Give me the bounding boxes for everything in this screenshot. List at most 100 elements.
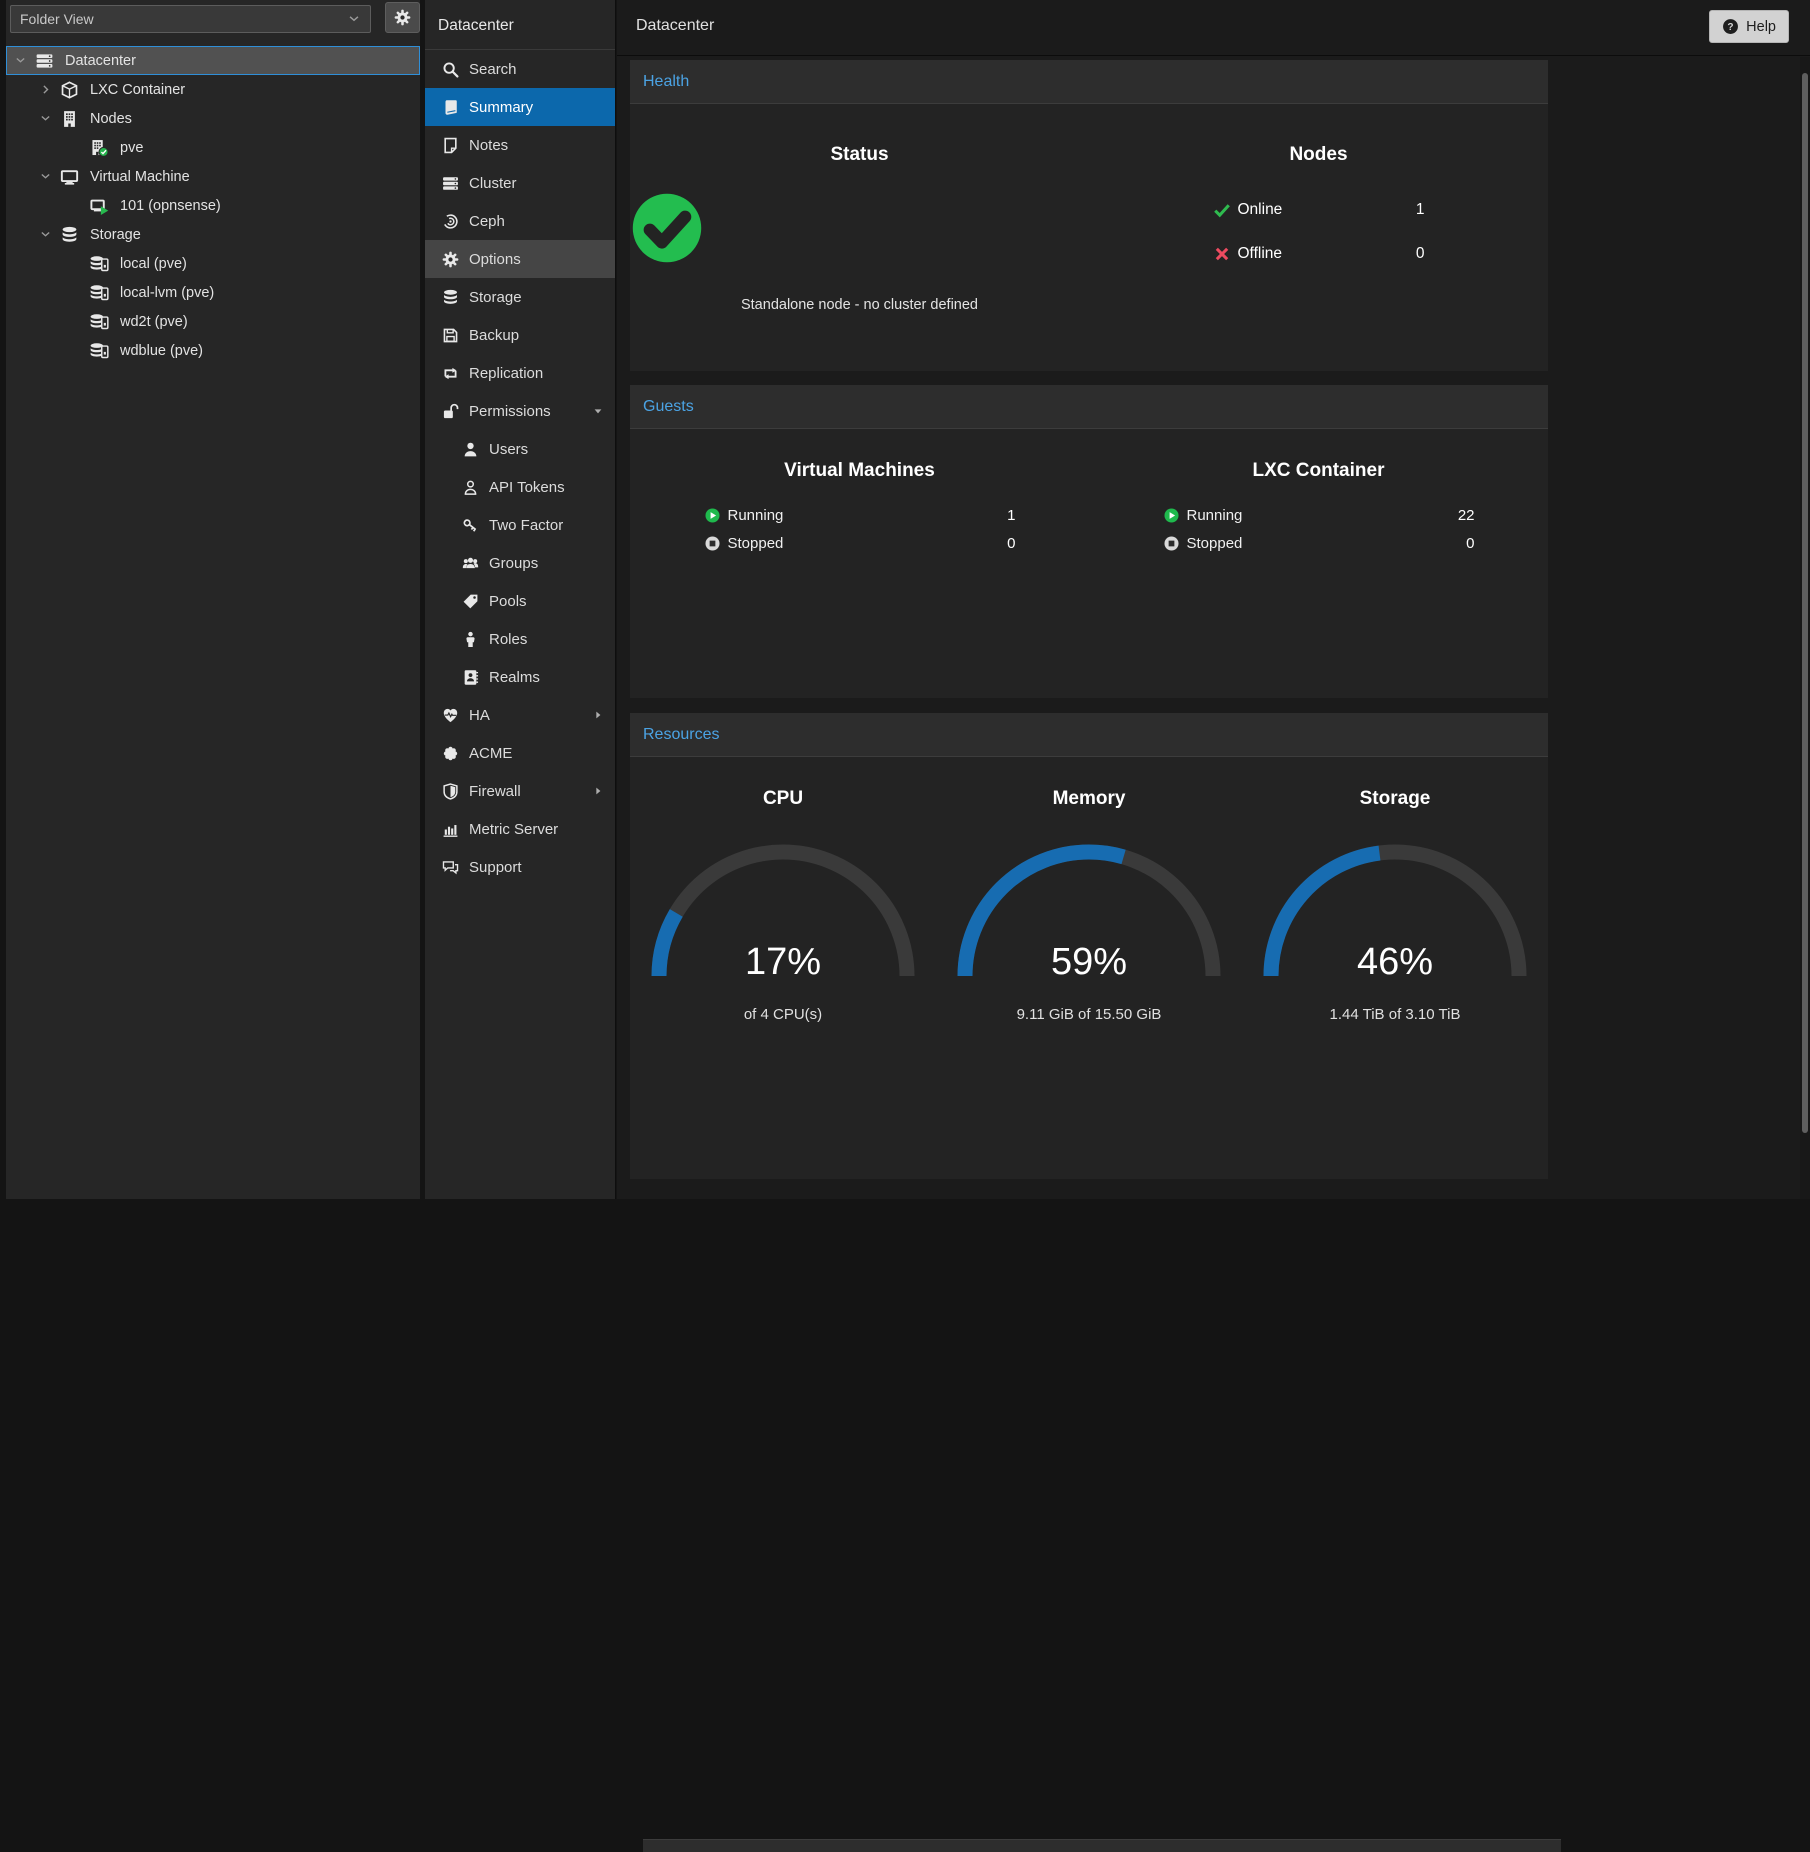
nav-item-label: API Tokens xyxy=(489,479,565,496)
chevron-down-icon[interactable] xyxy=(39,169,60,184)
chevron-right-icon[interactable] xyxy=(39,82,60,97)
gauge-heading: Memory xyxy=(936,788,1242,810)
tree-item-lxc-container[interactable]: LXC Container xyxy=(6,75,420,104)
gauge-detail: of 4 CPU(s) xyxy=(630,1006,936,1023)
guest-state-label: Running xyxy=(728,507,784,524)
nav-item-label: Support xyxy=(469,859,522,876)
guest-rows: Running 22 Stopped0 xyxy=(1163,501,1475,557)
nav-item-summary[interactable]: Summary xyxy=(425,88,615,126)
memory-gauge: 59% xyxy=(949,836,1229,984)
chevron-down-icon[interactable] xyxy=(14,53,35,68)
vertical-scrollbar xyxy=(1800,57,1810,1199)
twisty-spacer xyxy=(69,343,90,358)
nav-item-acme[interactable]: ACME xyxy=(425,734,615,772)
nav-item-ceph[interactable]: Ceph xyxy=(425,202,615,240)
nav-item-ha[interactable]: HA xyxy=(425,696,615,734)
guest-column-heading: LXC Container xyxy=(1089,460,1548,482)
nav-item-support[interactable]: Support xyxy=(425,848,615,886)
nav-item-label: Options xyxy=(469,251,521,268)
nav-menu: SearchSummaryNotes Cluster Ceph Options Stor… xyxy=(425,50,615,886)
nav-item-label: Roles xyxy=(489,631,527,648)
node-status-row-offline: Offline0 xyxy=(1213,232,1425,276)
nav-item-firewall[interactable]: Firewall xyxy=(425,772,615,810)
nav-item-label: Metric Server xyxy=(469,821,558,838)
tree-item-label: Virtual Machine xyxy=(90,169,190,185)
caret-right-icon[interactable] xyxy=(592,785,604,797)
tree-item-label: Storage xyxy=(90,227,141,243)
nav-item-replication[interactable]: Replication xyxy=(425,354,615,392)
guest-row-stopped: Stopped0 xyxy=(1163,529,1475,557)
twisty-spacer xyxy=(69,314,90,329)
tree-item-local-lvm-pve[interactable]: local-lvm (pve) xyxy=(6,278,420,307)
tree-settings-button[interactable] xyxy=(385,2,420,33)
cluster-status-column: Status Standalone node - no cluster defi… xyxy=(630,104,1089,371)
user-icon xyxy=(462,441,480,458)
guest-state-label: Stopped xyxy=(1187,535,1243,552)
proxmox-datacenter-page: Folder View DatacenterLXC ContainerNodes… xyxy=(0,0,1810,1199)
database-drive-icon xyxy=(90,284,113,302)
tree-item-local-pve[interactable]: local (pve) xyxy=(6,249,420,278)
help-button-label: Help xyxy=(1746,19,1776,35)
unlock-icon xyxy=(442,403,460,420)
nav-item-permissions[interactable]: Permissions xyxy=(425,392,615,430)
tree-item-datacenter[interactable]: Datacenter xyxy=(6,46,420,75)
nav-item-pools[interactable]: Pools xyxy=(425,582,615,620)
nav-item-backup[interactable]: Backup xyxy=(425,316,615,354)
datacenter-nav-panel: Datacenter SearchSummaryNotesClusterCeph… xyxy=(425,0,616,1199)
nav-item-metric-server[interactable]: Metric Server xyxy=(425,810,615,848)
caret-right-icon[interactable] xyxy=(592,709,604,721)
person-icon xyxy=(462,631,480,648)
nav-item-users[interactable]: Users xyxy=(425,430,615,468)
nav-item-api-tokens[interactable]: API Tokens xyxy=(425,468,615,506)
view-mode-select[interactable]: Folder View xyxy=(10,5,371,33)
caret-down-icon[interactable] xyxy=(592,405,604,417)
nav-item-notes[interactable]: Notes xyxy=(425,126,615,164)
running-icon xyxy=(1163,507,1180,524)
tree-item-label: pve xyxy=(120,140,143,156)
svg-text:?: ? xyxy=(1728,22,1734,33)
nodes-heading: Nodes xyxy=(1089,144,1548,166)
key-icon xyxy=(462,517,480,534)
nav-item-cluster[interactable]: Cluster xyxy=(425,164,615,202)
guest-state-value: 22 xyxy=(1458,507,1475,524)
tree-item-virtual-machine[interactable]: Virtual Machine xyxy=(6,162,420,191)
tree-item-wd2t-pve[interactable]: wd2t (pve) xyxy=(6,307,420,336)
scrollbar-thumb[interactable] xyxy=(1802,73,1808,1133)
twisty-spacer xyxy=(69,285,90,300)
nav-item-label: Cluster xyxy=(469,175,517,192)
twisty-spacer xyxy=(69,256,90,271)
nav-item-search[interactable]: Search xyxy=(425,50,615,88)
tree-item-nodes[interactable]: Nodes xyxy=(6,104,420,133)
tree-toolbar: Folder View xyxy=(6,0,420,41)
building-check-icon xyxy=(90,139,113,157)
guests-panel-title: Guests xyxy=(643,398,694,416)
nav-item-storage[interactable]: Storage xyxy=(425,278,615,316)
heartbeat-icon xyxy=(442,707,460,724)
guests-panel-header: Guests xyxy=(630,385,1548,429)
stopped-icon xyxy=(704,535,721,552)
guest-state-label: Stopped xyxy=(728,535,784,552)
check-icon xyxy=(1213,201,1231,219)
chevron-down-icon[interactable] xyxy=(39,227,60,242)
nav-item-groups[interactable]: Groups xyxy=(425,544,615,582)
guest-state-label: Running xyxy=(1187,507,1243,524)
nav-item-roles[interactable]: Roles xyxy=(425,620,615,658)
users-icon xyxy=(462,555,480,572)
desktop-play-icon xyxy=(90,197,113,215)
nav-item-two-factor[interactable]: Two Factor xyxy=(425,506,615,544)
chevron-down-icon[interactable] xyxy=(39,111,60,126)
tree-item-101-opnsense[interactable]: 101 (opnsense) xyxy=(6,191,420,220)
status-heading: Status xyxy=(630,144,1089,166)
tree-item-pve[interactable]: pve xyxy=(6,133,420,162)
nav-item-label: Pools xyxy=(489,593,527,610)
status-ok-icon xyxy=(630,191,1089,265)
help-button[interactable]: ? Help xyxy=(1709,10,1789,43)
nav-item-options[interactable]: Options xyxy=(425,240,615,278)
nav-item-realms[interactable]: Realms xyxy=(425,658,615,696)
server-icon xyxy=(442,175,460,192)
tree-item-storage[interactable]: Storage xyxy=(6,220,420,249)
guest-row-running: Running1 xyxy=(704,501,1016,529)
tree-item-wdblue-pve[interactable]: wdblue (pve) xyxy=(6,336,420,365)
health-panel-header: Health xyxy=(630,60,1548,104)
gauge-detail: 1.44 TiB of 3.10 TiB xyxy=(1242,1006,1548,1023)
